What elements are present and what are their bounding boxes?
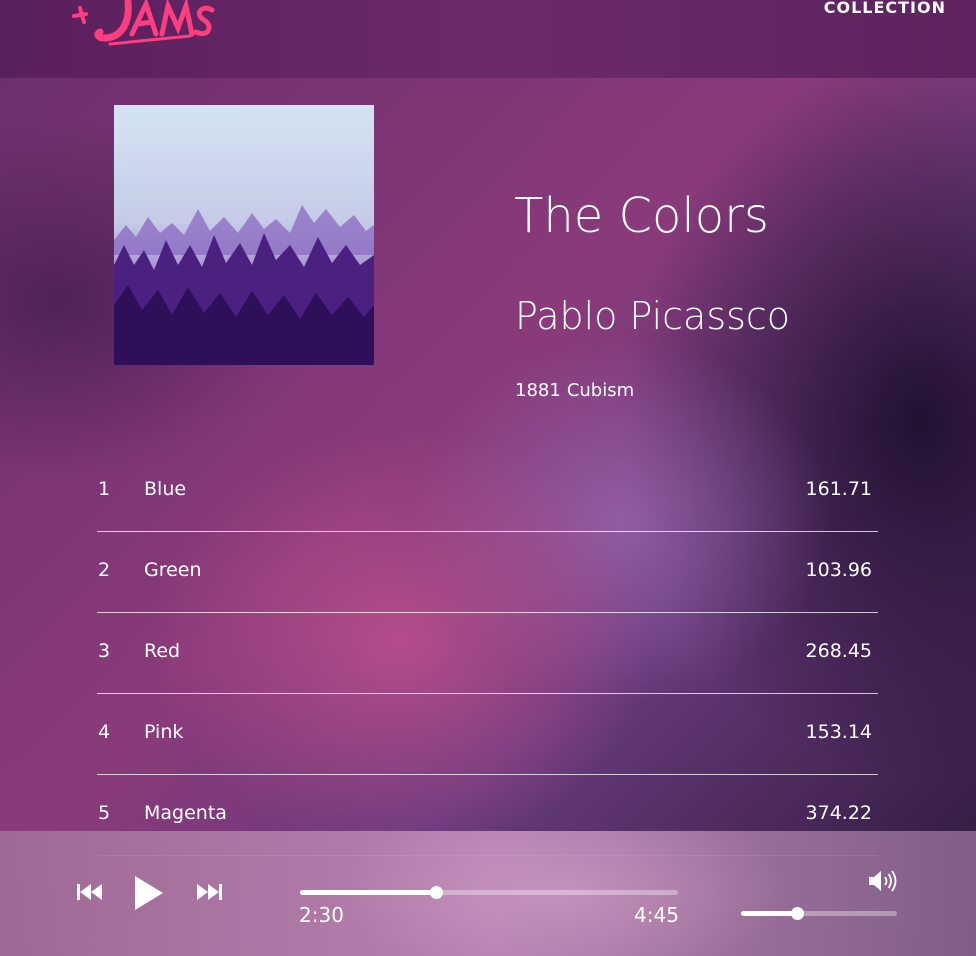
song-duration: 153.14 — [805, 721, 872, 743]
song-duration: 161.71 — [805, 478, 872, 500]
current-time: 2:30 — [299, 903, 344, 927]
song-duration: 103.96 — [805, 559, 872, 581]
song-duration: 374.22 — [805, 802, 872, 824]
song-number: 5 — [98, 802, 111, 824]
song-name: Pink — [144, 721, 184, 743]
album-year: 1881 — [515, 380, 561, 401]
volume-slider[interactable] — [741, 907, 897, 920]
album-art — [114, 105, 374, 365]
album-title: The Colors — [514, 188, 769, 244]
play-icon[interactable] — [135, 876, 163, 910]
jams-logo[interactable] — [70, 0, 230, 58]
song-name: Magenta — [144, 802, 227, 824]
skip-previous-icon[interactable] — [77, 882, 103, 902]
album-label: Cubism — [566, 380, 635, 401]
total-time: 4:45 — [634, 903, 679, 927]
song-name: Blue — [144, 478, 187, 500]
song-row[interactable]: 4 Pink 153.14 — [97, 694, 878, 775]
song-row[interactable]: 1 Blue 161.71 — [97, 450, 878, 532]
volume-slider-fill — [741, 911, 798, 916]
seek-bar-thumb[interactable] — [430, 886, 444, 899]
song-row[interactable]: 3 Red 268.45 — [97, 613, 878, 694]
album-release-info: 1881 Cubism — [515, 380, 634, 401]
nav-collection-link[interactable]: COLLECTION — [824, 0, 946, 17]
volume-icon[interactable] — [869, 869, 899, 893]
song-list: 1 Blue 161.71 2 Green 103.96 3 Red 268.4… — [97, 450, 878, 856]
seek-bar[interactable] — [300, 886, 678, 899]
song-name: Green — [144, 559, 202, 581]
song-number: 2 — [98, 559, 111, 581]
skip-next-icon[interactable] — [196, 882, 222, 902]
player-bar: 2:30 4:45 — [0, 831, 976, 956]
song-name: Red — [144, 640, 181, 662]
volume-slider-thumb[interactable] — [791, 907, 805, 920]
song-number: 1 — [98, 478, 111, 500]
album-artist: Pablo Picassco — [515, 294, 791, 338]
song-number: 4 — [98, 721, 111, 743]
header: COLLECTION — [0, 0, 976, 78]
seek-bar-fill — [300, 890, 437, 895]
song-row[interactable]: 2 Green 103.96 — [97, 532, 878, 613]
song-number: 3 — [98, 640, 111, 662]
song-duration: 268.45 — [805, 640, 872, 662]
